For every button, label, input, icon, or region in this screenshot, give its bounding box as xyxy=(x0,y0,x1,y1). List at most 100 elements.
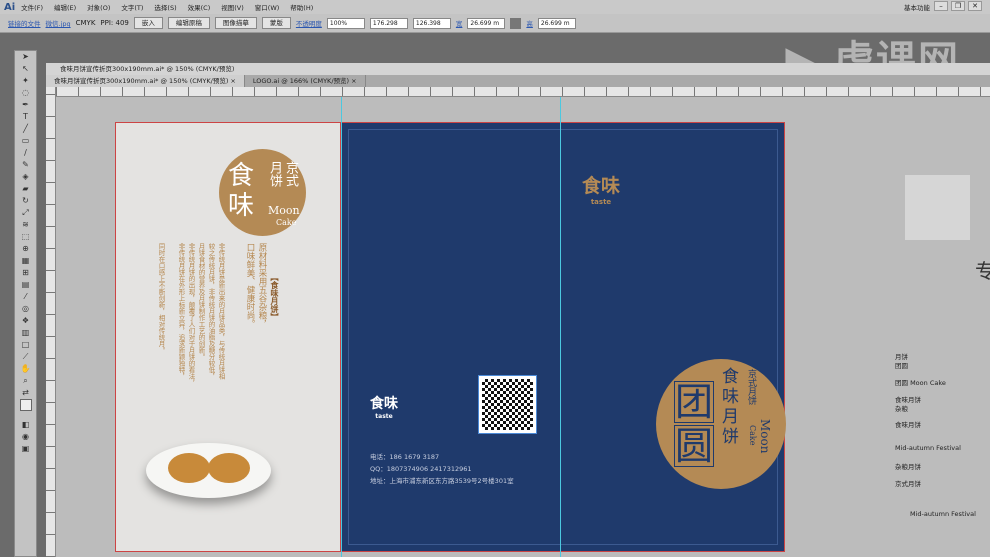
app-logo: Ai xyxy=(4,1,16,13)
line-tool-icon[interactable]: ╱ xyxy=(16,123,35,135)
menu-view[interactable]: 视图(V) xyxy=(221,2,244,12)
fill-stroke-icon[interactable] xyxy=(16,399,35,419)
link-proportions-icon[interactable] xyxy=(510,17,522,29)
tab-mooncake-doc[interactable]: 食味月饼宣传折页300x190mm.ai* @ 150% (CMYK/预览) × xyxy=(46,75,245,87)
logo-big-text: 食味 xyxy=(228,161,255,221)
pen-tool-icon[interactable]: ✒ xyxy=(16,99,35,111)
paintbrush-icon[interactable]: ∕ xyxy=(16,147,35,159)
horizontal-ruler[interactable] xyxy=(56,87,990,97)
center-logo: 食味 taste xyxy=(370,396,398,420)
en-cake-text: Cake xyxy=(748,425,757,446)
menu-edit[interactable]: 编辑(E) xyxy=(54,2,76,12)
eyedropper-icon[interactable]: ⁄ xyxy=(16,291,35,303)
blend-icon[interactable]: ◎ xyxy=(16,303,35,315)
warp-icon[interactable]: ≋ xyxy=(16,219,35,231)
logo-en-moon: Moon xyxy=(268,204,300,217)
perspective-icon[interactable]: ▦ xyxy=(16,255,35,267)
minimize-button[interactable]: – xyxy=(934,1,948,11)
note[interactable]: 杂粮 xyxy=(895,403,908,413)
vertical-ruler[interactable] xyxy=(46,87,56,557)
opacity-label[interactable]: 不透明度 xyxy=(296,18,322,28)
heading: 【食味月饼】 xyxy=(270,273,280,321)
body-line-6: 同时在口感上不断创新，相对传统月。 xyxy=(157,243,165,354)
y-field[interactable]: 126.398 xyxy=(412,17,451,29)
color-mode: CMYK xyxy=(75,19,96,27)
intro-line-2: 口味鲜美、健康时尚。 xyxy=(245,243,255,328)
body-line-1: 非传统月饼是新出来的月饼品类，与传统月饼相 xyxy=(217,243,225,380)
window-controls: – ❐ ✕ xyxy=(934,1,982,11)
eraser-icon[interactable]: ▰ xyxy=(16,183,35,195)
swap-colors-icon[interactable]: ⇄ xyxy=(16,387,35,399)
note[interactable]: 团圆 xyxy=(895,360,908,370)
workspace-switcher[interactable]: 基本功能 xyxy=(904,2,930,12)
close-button[interactable]: ✕ xyxy=(968,1,982,11)
lasso-icon[interactable]: ◌ xyxy=(16,87,35,99)
menu-object[interactable]: 对象(O) xyxy=(87,2,110,12)
magic-wand-icon[interactable]: ✦ xyxy=(16,75,35,87)
menu-select[interactable]: 选择(S) xyxy=(154,2,176,12)
note[interactable]: 杂粮月饼 xyxy=(895,461,921,471)
height-field[interactable]: 26.699 m xyxy=(537,17,576,29)
zoom-icon[interactable]: ⌕ xyxy=(16,375,35,387)
note[interactable]: 团圆 Moon Cake xyxy=(895,377,946,387)
mooncake-plate-image xyxy=(146,443,271,498)
brochure-left-panel[interactable]: 食味 京式月饼 Moon Cake 【食味月饼】 原材料采用五谷杂粮， 口味鲜美… xyxy=(115,122,341,552)
brochure-blue-panel[interactable]: 食味 taste 电话：186 1679 3187 QQ：1807374906 2… xyxy=(341,122,786,552)
color-mode-icon[interactable]: ◧ xyxy=(16,419,35,431)
restore-button[interactable]: ❐ xyxy=(951,1,965,11)
tools-panel: ➤ ↖ ✦ ◌ ✒ T ╱ ▭ ∕ ✎ ◈ ▰ ↻ ⤢ ≋ ⬚ ⊕ ▦ ⊞ ▤ … xyxy=(14,50,37,557)
shape-builder-icon[interactable]: ⊕ xyxy=(16,243,35,255)
note[interactable]: Mid-autumn Festival xyxy=(895,444,961,452)
document-title: 食味月饼宣传折页300x190mm.ai* @ 150% (CMYK/预览) xyxy=(46,63,990,75)
note[interactable]: 京式月饼 xyxy=(895,478,921,488)
width-label: 宽 xyxy=(455,20,463,28)
blob-brush-icon[interactable]: ◈ xyxy=(16,171,35,183)
menu-file[interactable]: 文件(F) xyxy=(21,2,43,12)
direct-selection-tool-icon[interactable]: ↖ xyxy=(16,63,35,75)
menu-window[interactable]: 窗口(W) xyxy=(255,2,280,12)
body-line-4: 非传统月饼的出现，颠覆了人们对于月饼的看法， xyxy=(187,243,195,386)
opacity-field[interactable]: 100% xyxy=(326,17,365,29)
pencil-icon[interactable]: ✎ xyxy=(16,159,35,171)
draw-mode-icon[interactable]: ◉ xyxy=(16,431,35,443)
note[interactable]: 食味月饼 xyxy=(895,419,921,429)
width-field[interactable]: 26.699 m xyxy=(467,17,506,29)
menu-type[interactable]: 文字(T) xyxy=(121,2,143,12)
file-name-link[interactable]: 微信.jpg xyxy=(46,18,71,28)
free-transform-icon[interactable]: ⬚ xyxy=(16,231,35,243)
right-logo: 食味 taste xyxy=(582,175,621,206)
scale-icon[interactable]: ⤢ xyxy=(16,207,35,219)
guide-line[interactable] xyxy=(560,97,561,557)
slice-icon[interactable]: ⟋ xyxy=(16,351,35,363)
mooncake xyxy=(168,453,210,483)
image-trace-button[interactable]: 图像描摹 xyxy=(214,17,257,29)
menu-effect[interactable]: 效果(C) xyxy=(188,2,211,12)
mesh-icon[interactable]: ⊞ xyxy=(16,267,35,279)
embed-button[interactable]: 嵌入 xyxy=(133,17,163,29)
screen-mode-icon[interactable]: ▣ xyxy=(16,443,35,455)
selection-tool-icon[interactable]: ➤ xyxy=(16,51,35,63)
placeholder-rectangle[interactable] xyxy=(905,175,970,240)
symbol-sprayer-icon[interactable]: ❖ xyxy=(16,315,35,327)
edit-original-button[interactable]: 编辑原稿 xyxy=(167,17,210,29)
menu-help[interactable]: 帮助(H) xyxy=(290,2,313,12)
x-field[interactable]: 176.298 xyxy=(369,17,408,29)
artboard-icon[interactable]: □ xyxy=(16,339,35,351)
rotate-icon[interactable]: ↻ xyxy=(16,195,35,207)
guide-line[interactable] xyxy=(341,97,342,557)
ppi: PPI: 409 xyxy=(100,19,129,27)
rectangle-tool-icon[interactable]: ▭ xyxy=(16,135,35,147)
qr-code-image[interactable] xyxy=(478,375,537,434)
type-tool-icon[interactable]: T xyxy=(16,111,35,123)
note[interactable]: Mid-autumn Festival xyxy=(910,510,976,518)
canvas-character[interactable]: 专 xyxy=(975,255,990,284)
graph-icon[interactable]: ▥ xyxy=(16,327,35,339)
mask-button[interactable]: 蒙版 xyxy=(261,17,291,29)
yuan-character: 圆 xyxy=(674,424,715,468)
hand-icon[interactable]: ✋ xyxy=(16,363,35,375)
linked-file-link[interactable]: 链接的文件 xyxy=(8,18,41,28)
body-line-3: 月饼食材的营养及月饼制作工艺的创新。 xyxy=(197,243,205,360)
phone-text: 电话：186 1679 3187 xyxy=(370,453,440,461)
tab-logo-doc[interactable]: LOGO.ai @ 166% (CMYK/预览) × xyxy=(245,75,366,87)
gradient-icon[interactable]: ▤ xyxy=(16,279,35,291)
